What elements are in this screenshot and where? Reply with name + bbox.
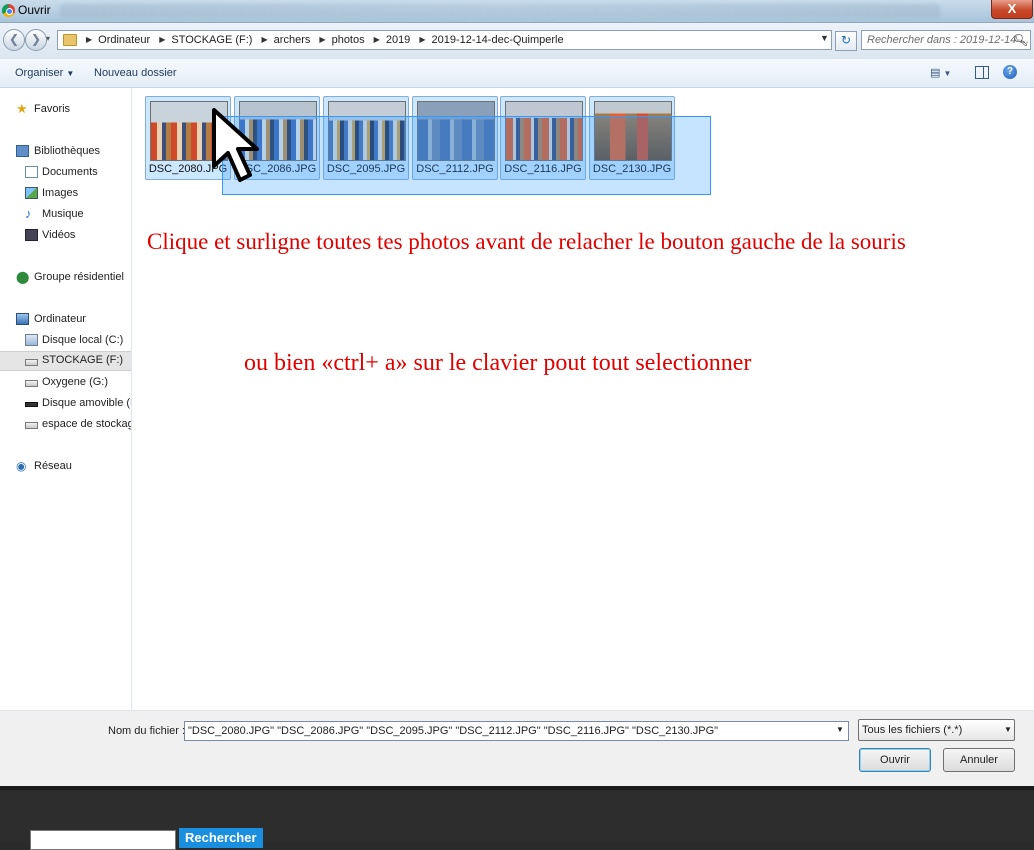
organize-menu-button[interactable]: Organiser ▼	[15, 67, 74, 79]
crumb-computer[interactable]: Ordinateur	[98, 34, 150, 46]
dialog-title: Ouvrir	[18, 3, 51, 17]
library-icon	[16, 145, 29, 157]
nav-label: Musique	[42, 208, 84, 220]
filename-value: "DSC_2080.JPG" "DSC_2086.JPG" "DSC_2095.…	[188, 725, 719, 737]
drive-icon	[25, 359, 38, 366]
instruction-text-2: ou bien «ctrl+ a» sur le clavier pout to…	[244, 350, 752, 376]
crumb-photos[interactable]: photos	[332, 34, 365, 46]
nav-label: Vidéos	[42, 229, 76, 241]
homegroup-icon: ⬤	[16, 270, 30, 284]
nav-label: Ordinateur	[34, 313, 86, 325]
organize-label: Organiser	[15, 67, 64, 79]
nav-item-favorites[interactable]: ★ Favoris	[0, 100, 131, 120]
search-icon[interactable]: 🔍︎	[1013, 33, 1028, 47]
nav-item-images[interactable]: Images	[0, 184, 131, 204]
nav-label: Documents	[42, 166, 98, 178]
breadcrumb-separator-icon: ▶	[419, 35, 426, 44]
nav-item-drive-f[interactable]: STOCKAGE (F:)	[0, 351, 131, 371]
change-view-icon[interactable]: ▤ ▼	[930, 66, 951, 79]
chevron-down-icon[interactable]: ▼	[820, 33, 829, 43]
breadcrumb-separator-icon: ▶	[86, 35, 93, 44]
video-icon	[25, 229, 38, 241]
folder-icon	[63, 34, 77, 46]
nav-label: Disque local (C:)	[42, 334, 124, 346]
nav-item-network[interactable]: ◉ Réseau	[0, 457, 131, 477]
chrome-icon	[2, 4, 15, 17]
chevron-down-icon[interactable]: ▼	[1004, 725, 1012, 734]
nav-item-computer[interactable]: Ordinateur	[0, 310, 131, 330]
page-search-button[interactable]: Rechercher	[179, 828, 263, 848]
breadcrumb-separator-icon: ▶	[261, 35, 268, 44]
computer-icon	[16, 313, 29, 325]
selection-rectangle	[222, 116, 711, 195]
chevron-down-icon: ▼	[66, 69, 75, 78]
search-placeholder: Rechercher dans : 2019-12-14-...	[867, 34, 1030, 46]
nav-item-homegroup[interactable]: ⬤ Groupe résidentiel	[0, 268, 131, 288]
new-folder-button[interactable]: Nouveau dossier	[94, 67, 177, 79]
nav-label: Disque amovible (H:	[42, 397, 131, 409]
crumb-archers[interactable]: archers	[274, 34, 311, 46]
mouse-cursor-icon	[212, 108, 259, 182]
refresh-button[interactable]: ↻	[835, 31, 857, 51]
document-icon	[25, 166, 38, 178]
drive-icon	[25, 422, 38, 429]
filename-label: Nom du fichier :	[108, 725, 186, 737]
instruction-text-1: Clique et surligne toutes tes photos ava…	[147, 229, 906, 254]
drive-icon	[25, 380, 38, 387]
crumb-drive[interactable]: STOCKAGE (F:)	[171, 34, 252, 46]
star-icon: ★	[16, 101, 28, 116]
back-button[interactable]: ❮	[3, 29, 25, 51]
image-icon	[25, 187, 38, 199]
network-icon: ◉	[16, 459, 27, 473]
breadcrumb-separator-icon: ▶	[319, 35, 326, 44]
nav-item-drive-c[interactable]: Disque local (C:)	[0, 331, 131, 351]
history-dropdown-icon[interactable]: ▾	[46, 34, 50, 43]
nav-label: Images	[42, 187, 79, 199]
breadcrumb-separator-icon: ▶	[373, 35, 380, 44]
nav-label: Oxygene (G:)	[42, 376, 109, 388]
nav-item-documents[interactable]: Documents	[0, 163, 131, 183]
crumb-current-folder[interactable]: 2019-12-14-dec-Quimperle	[432, 34, 564, 46]
file-type-value: Tous les fichiers (*.*)	[862, 724, 963, 736]
nav-label: Bibliothèques	[34, 145, 101, 157]
page-search-input[interactable]	[30, 830, 176, 850]
nav-item-storage[interactable]: espace de stockage	[0, 415, 131, 435]
forward-button[interactable]: ❯	[25, 29, 47, 51]
preview-pane-icon[interactable]	[975, 66, 989, 79]
nav-item-videos[interactable]: Vidéos	[0, 226, 131, 246]
removable-drive-icon	[25, 402, 38, 407]
nav-item-drive-h[interactable]: Disque amovible (H:	[0, 394, 131, 414]
music-icon: ♪	[25, 206, 32, 221]
nav-label: Groupe résidentiel	[34, 271, 124, 283]
nav-item-music[interactable]: ♪ Musique	[0, 205, 131, 225]
nav-label: espace de stockage	[42, 418, 131, 430]
help-icon[interactable]: ?	[1003, 65, 1017, 79]
close-button[interactable]: X	[991, 0, 1033, 19]
nav-label: STOCKAGE (F:)	[42, 354, 124, 366]
nav-item-libraries[interactable]: Bibliothèques	[0, 142, 131, 162]
breadcrumb-separator-icon: ▶	[159, 35, 166, 44]
blurred-browser-tabs	[60, 4, 940, 18]
system-drive-icon	[25, 334, 38, 346]
nav-label: Favoris	[34, 103, 71, 115]
nav-item-drive-g[interactable]: Oxygene (G:)	[0, 373, 131, 393]
open-button[interactable]: Ouvrir	[859, 748, 931, 772]
nav-label: Réseau	[34, 460, 72, 472]
breadcrumb: ▶ Ordinateur ▶ STOCKAGE (F:) ▶ archers ▶ pho…	[80, 34, 564, 46]
crumb-2019[interactable]: 2019	[386, 34, 410, 46]
cancel-button[interactable]: Annuler	[943, 748, 1015, 772]
chevron-down-icon[interactable]: ▼	[836, 725, 844, 734]
